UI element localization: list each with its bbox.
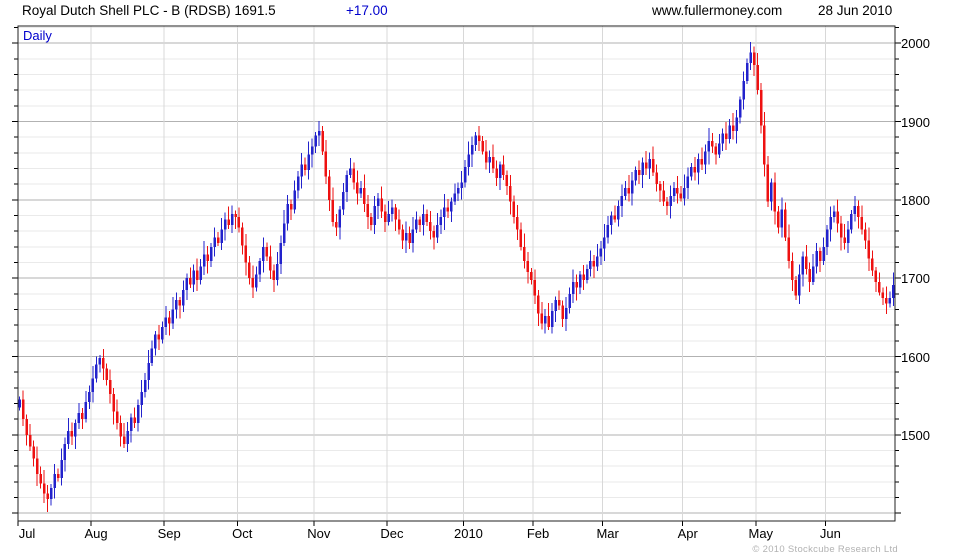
x-axis-label: Oct [232, 526, 253, 541]
x-axis-label: Nov [307, 526, 331, 541]
x-axis-label: 2010 [453, 526, 483, 541]
chart-window: Royal Dutch Shell PLC - B (RDSB) 1691.5 … [0, 0, 980, 560]
x-axis-label: Sep [157, 526, 181, 541]
y-axis-label: 1700 [901, 271, 930, 287]
interval-label: Daily [23, 28, 52, 43]
x-axis-label: Dec [380, 526, 404, 541]
y-axis-label: 1800 [901, 192, 930, 208]
copyright-label: © 2010 Stockcube Research Ltd [752, 544, 898, 555]
date-label: 28 Jun 2010 [818, 3, 893, 18]
x-axis-label: Jul [18, 526, 36, 541]
instrument-title: Royal Dutch Shell PLC - B (RDSB) 1691.5 [22, 3, 276, 18]
y-axis-label: 1900 [901, 114, 930, 130]
price-change: +17.00 [346, 3, 388, 18]
y-axis-label: 1500 [901, 427, 930, 443]
x-axis-label: Feb [526, 526, 550, 541]
x-axis-label: Jun [819, 526, 841, 541]
y-axis-label: 1600 [901, 349, 930, 365]
price-chart-svg [12, 25, 901, 526]
x-axis-label: Apr [677, 526, 698, 541]
x-axis-label: Mar [596, 526, 619, 541]
x-axis-label: Aug [84, 526, 108, 541]
website-label: www.fullermoney.com [652, 3, 783, 18]
x-axis-label: May [748, 526, 774, 541]
y-axis-label: 2000 [901, 36, 930, 52]
